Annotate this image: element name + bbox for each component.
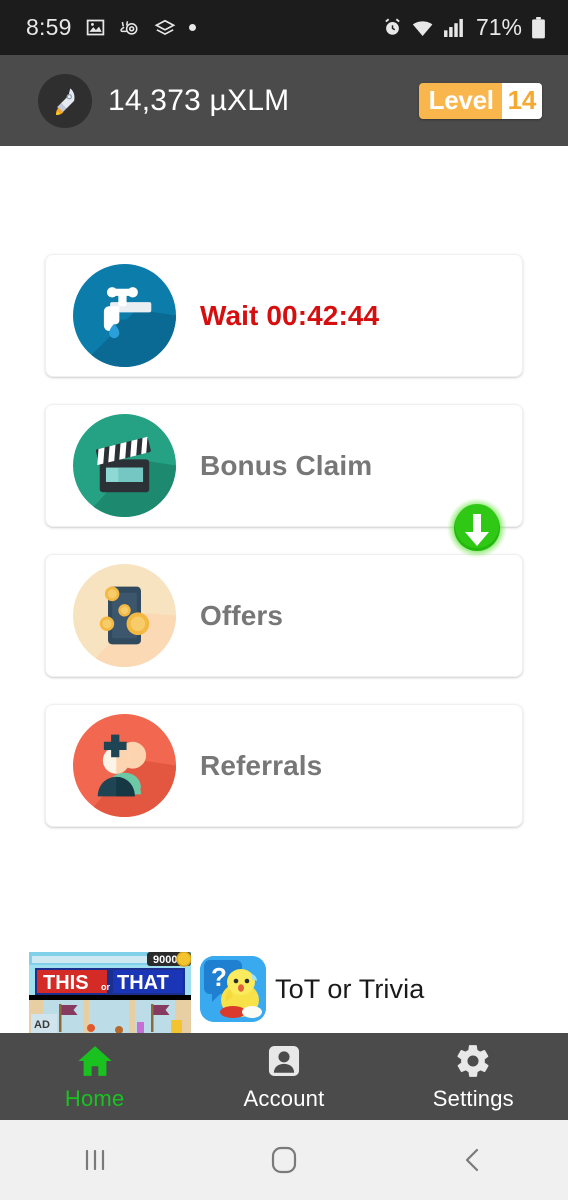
ad-label: AD [34,1019,50,1031]
status-bar-right: 71% [382,14,546,41]
nav-label-settings: Settings [432,1085,514,1111]
svg-text:?: ? [211,962,227,992]
rocket-icon [38,73,92,128]
clapperboard-icon [73,414,176,517]
svg-text:THAT: THAT [117,972,169,994]
ad-banner[interactable]: 9000 THIS or THAT AD ? ToT or Trivia [0,946,568,1033]
ad-title: ToT or Trivia [275,974,425,1004]
add-person-icon [73,714,176,817]
home-icon [78,1045,112,1076]
referrals-card[interactable]: Referrals [45,704,523,827]
balance-amount: 14,373 µXLM [108,83,290,117]
recents-icon [85,1149,104,1171]
home-square-icon [271,1146,297,1174]
phone-coins-icon [73,564,176,667]
main-content: Wait 00:42:44 Bonus Claim Offers Referra… [0,146,568,1033]
card-label: Wait 00:42:44 [200,299,380,331]
nav-item-settings[interactable]: Settings [379,1042,568,1112]
status-time: 8:59 [26,14,72,40]
recents-button[interactable] [0,1148,189,1172]
image-icon [86,19,104,36]
wifi-icon [412,20,433,36]
back-button[interactable] [379,1147,568,1173]
phone-screen: 8:59 71% 14,373 µXLM Level 14 Wait 00:42… [0,0,568,1200]
status-bar-left: 8:59 [26,14,196,41]
person-icon [268,1045,300,1076]
faucet-icon [73,264,176,367]
ad-download-button[interactable] [447,498,507,558]
svg-text:9000: 9000 [153,954,177,966]
battery-percent: 71% [475,14,522,40]
ad-thumbnail[interactable]: 9000 THIS or THAT AD [29,952,191,1033]
back-chevron-icon [466,1148,479,1172]
nav-item-account[interactable]: Account [189,1042,378,1112]
snail-icon [119,20,138,35]
level-badge[interactable]: Level 14 [418,82,542,119]
app-header: 14,373 µXLM Level 14 [0,55,568,146]
level-number: 14 [501,82,542,119]
ad-app-icon[interactable]: ? [200,956,266,1022]
svg-text:THIS: THIS [43,972,89,994]
card-label: Offers [200,599,284,631]
faucet-claim-card[interactable]: Wait 00:42:44 [45,254,523,377]
offers-card[interactable]: Offers [45,554,523,677]
gear-icon [457,1044,489,1077]
dot-icon [188,24,196,31]
nav-label-home: Home [64,1085,125,1111]
home-button[interactable] [189,1146,378,1174]
balance-display: 14,373 µXLM [38,73,290,128]
nav-label-account: Account [243,1085,325,1111]
card-label: Bonus Claim [200,449,373,481]
bottom-navigation: Home Account Settings [0,1033,568,1120]
battery-icon [532,16,545,38]
nav-item-home[interactable]: Home [0,1042,189,1112]
status-bar: 8:59 71% [0,0,568,55]
layers-icon [154,19,175,35]
signal-icon [444,18,463,37]
svg-text:or: or [101,982,110,992]
system-navigation-bar [0,1120,568,1200]
alarm-icon [385,18,400,35]
card-label: Referrals [200,749,323,781]
level-word: Level [428,85,494,115]
